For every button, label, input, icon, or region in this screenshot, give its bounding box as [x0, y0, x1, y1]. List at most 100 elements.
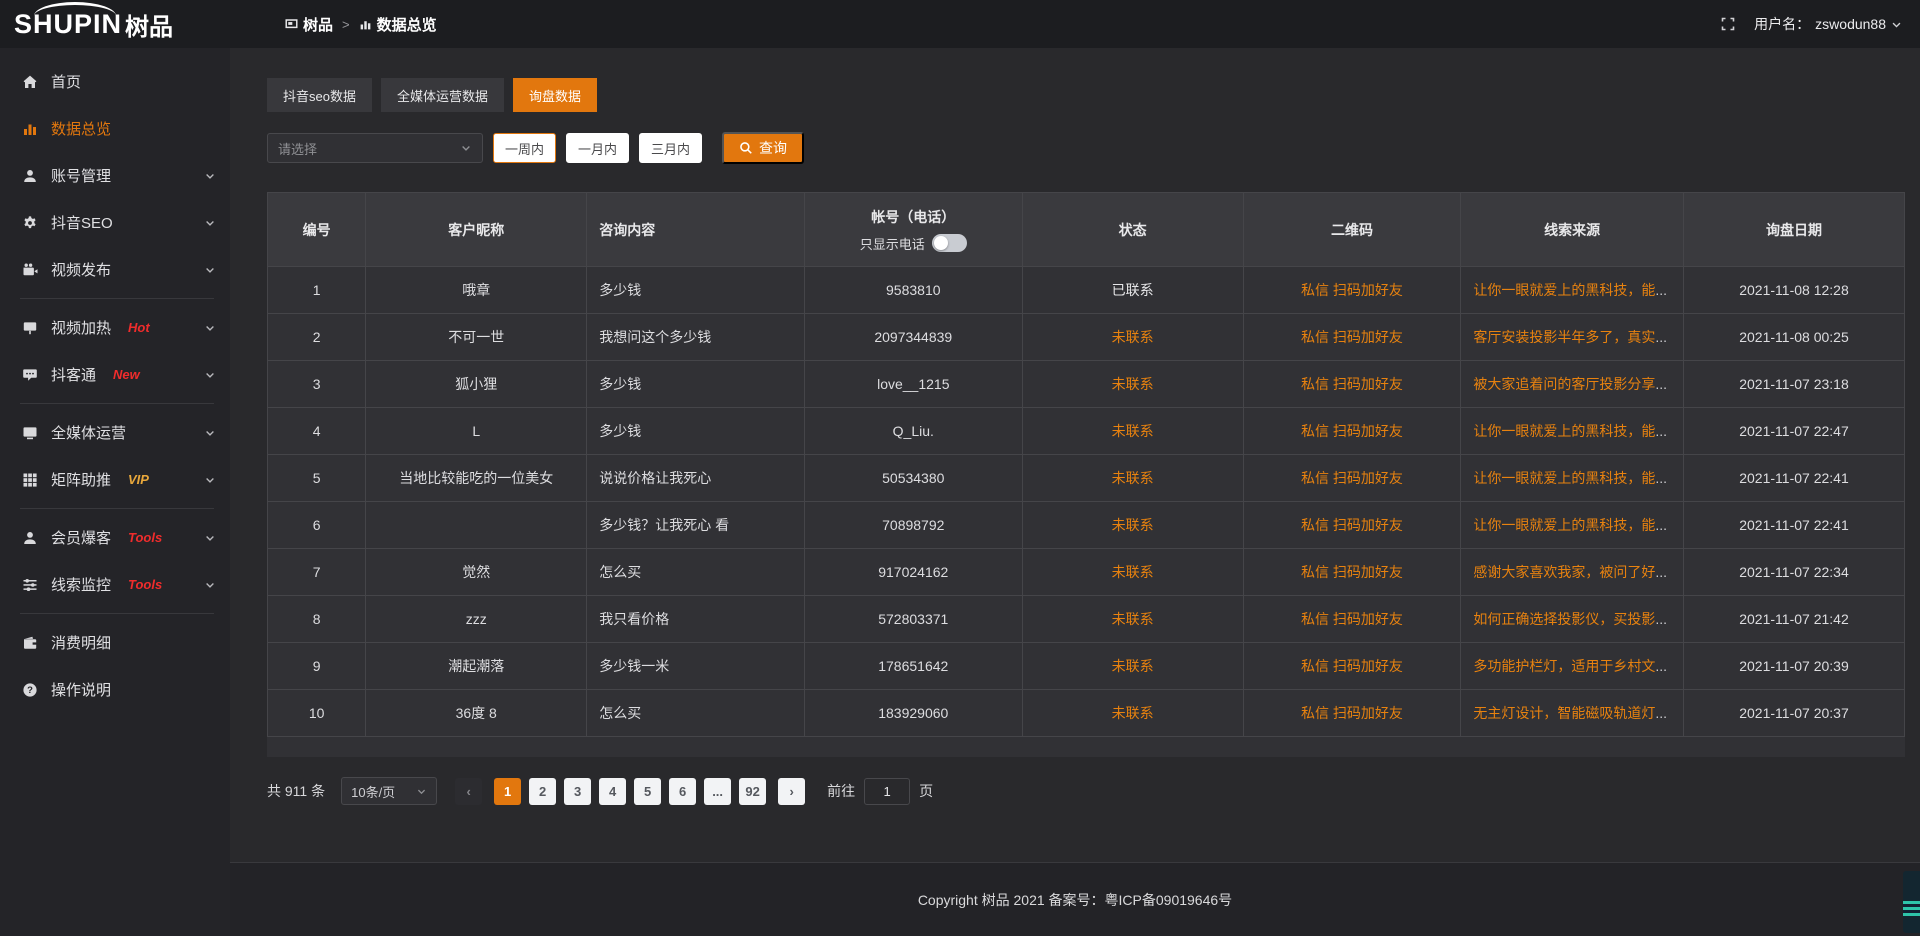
table-row: 1哦章多少钱9583810已联系私信 扫码加好友让你一眼就爱上的黑科技，能...…: [268, 267, 1905, 314]
cell-qrcode: 私信 扫码加好友: [1243, 314, 1461, 361]
table-row: 4L多少钱Q_Liu.未联系私信 扫码加好友让你一眼就爱上的黑科技，能...20…: [268, 408, 1905, 455]
page-button-6[interactable]: 6: [669, 778, 696, 805]
source-link[interactable]: 让你一眼就爱上的黑科技，能: [1473, 282, 1655, 298]
chevron-down-icon: [204, 474, 216, 486]
sidebar-item-badge: VIP: [128, 472, 149, 487]
cell-nickname: 哦章: [366, 267, 587, 314]
fullscreen-icon[interactable]: [1720, 16, 1736, 32]
qrcode-link[interactable]: 私信 扫码加好友: [1301, 376, 1403, 392]
tab-inquiry-data[interactable]: 询盘数据: [513, 78, 597, 112]
sidebar-item-member-baoke[interactable]: 会员爆客Tools: [0, 514, 230, 561]
source-link[interactable]: 让你一眼就爱上的黑科技，能: [1473, 423, 1655, 439]
cell-nickname: 觉然: [366, 549, 587, 596]
source-link[interactable]: 客厅安装投影半年多了，真实: [1473, 329, 1655, 345]
page-button-3[interactable]: 3: [564, 778, 591, 805]
qrcode-link[interactable]: 私信 扫码加好友: [1301, 329, 1403, 345]
page-button-92[interactable]: 92: [739, 778, 766, 805]
chevron-down-icon: [204, 217, 216, 229]
signboard-icon: [22, 320, 38, 336]
qrcode-link[interactable]: 私信 扫码加好友: [1301, 517, 1403, 533]
qrcode-link[interactable]: 私信 扫码加好友: [1301, 282, 1403, 298]
cell-source: 多功能护栏灯，适用于乡村文...: [1461, 643, 1684, 690]
prev-page-button[interactable]: ‹: [455, 778, 482, 805]
sidebar-item-video-heat[interactable]: 视频加热Hot: [0, 304, 230, 351]
page-button-5[interactable]: 5: [634, 778, 661, 805]
qrcode-link[interactable]: 私信 扫码加好友: [1301, 705, 1403, 721]
cell-date: 2021-11-08 00:25: [1683, 314, 1904, 361]
sidebar-item-consume-detail[interactable]: 消费明细: [0, 619, 230, 666]
cell-status: 未联系: [1022, 690, 1243, 737]
copyright-text: Copyright 树品 2021 备案号：粤ICP备09019646号: [918, 890, 1232, 910]
table-row: 5当地比较能吃的一位美女说说价格让我死心50534380未联系私信 扫码加好友让…: [268, 455, 1905, 502]
sidebar-item-video-publish[interactable]: 视频发布: [0, 246, 230, 293]
cell-date: 2021-11-07 23:18: [1683, 361, 1904, 408]
source-ellipsis: ...: [1655, 705, 1667, 721]
logo-text-cn: 树品: [125, 7, 173, 42]
breadcrumb-item-data-overview[interactable]: 数据总览: [359, 14, 437, 35]
page-button-2[interactable]: 2: [529, 778, 556, 805]
sidebar-item-label: 账号管理: [51, 165, 111, 186]
cell-qrcode: 私信 扫码加好友: [1243, 643, 1461, 690]
sidebar-item-matrix-boost[interactable]: 矩阵助推VIP: [0, 456, 230, 503]
cell-nickname: [366, 502, 587, 549]
source-link[interactable]: 多功能护栏灯，适用于乡村文: [1473, 658, 1655, 674]
sidebar-item-label: 线索监控: [51, 574, 111, 595]
sidebar-item-home[interactable]: 首页: [0, 58, 230, 105]
qrcode-link[interactable]: 私信 扫码加好友: [1301, 470, 1403, 486]
chevron-down-icon: [204, 369, 216, 381]
goto-page-input[interactable]: [864, 778, 910, 805]
source-link[interactable]: 如何正确选择投影仪，买投影: [1473, 611, 1655, 627]
page-button-1[interactable]: 1: [494, 778, 521, 805]
tab-media-operation-data[interactable]: 全媒体运营数据: [381, 78, 504, 112]
page-more-button[interactable]: ...: [704, 778, 731, 805]
sidebar-item-douketong[interactable]: 抖客通New: [0, 351, 230, 398]
sidebar-item-data-overview[interactable]: 数据总览: [0, 105, 230, 152]
page-size-select[interactable]: 10条/页: [341, 777, 437, 805]
page-button-4[interactable]: 4: [599, 778, 626, 805]
source-link[interactable]: 无主灯设计，智能磁吸轨道灯: [1473, 705, 1655, 721]
cell-account: 2097344839: [804, 314, 1022, 361]
sidebar-item-douyin-seo[interactable]: 抖音SEO: [0, 199, 230, 246]
sidebar-item-label: 消费明细: [51, 632, 111, 653]
next-page-button[interactable]: ›: [778, 778, 805, 805]
source-ellipsis: ...: [1655, 329, 1667, 345]
cell-source: 无主灯设计，智能磁吸轨道灯...: [1461, 690, 1684, 737]
sidebar-item-account-manage[interactable]: 账号管理: [0, 152, 230, 199]
sidebar-item-clue-monitor[interactable]: 线索监控 Tools: [0, 561, 230, 608]
source-link[interactable]: 让你一眼就爱上的黑科技，能: [1473, 517, 1655, 533]
qrcode-link[interactable]: 私信 扫码加好友: [1301, 611, 1403, 627]
floating-widget[interactable]: [1903, 871, 1920, 933]
chevron-down-icon: [204, 170, 216, 182]
cell-content: 我想问这个多少钱: [587, 314, 805, 361]
sidebar-item-badge: Tools: [128, 577, 162, 592]
pagination-total: 共 911 条: [267, 781, 325, 801]
period-button-one-week[interactable]: 一周内: [493, 133, 556, 163]
cell-nickname: 36度 8: [366, 690, 587, 737]
search-button[interactable]: 查询: [722, 132, 804, 164]
inquiry-table-wrap: 编号 客户昵称 咨询内容 帐号（电话） 只显示电话 状态 二维码 线索来源 询盘…: [267, 192, 1905, 757]
cell-status: 未联系: [1022, 643, 1243, 690]
period-button-one-month[interactable]: 一月内: [566, 133, 629, 163]
qrcode-link[interactable]: 私信 扫码加好友: [1301, 658, 1403, 674]
source-link[interactable]: 感谢大家喜欢我家，被问了好: [1473, 564, 1655, 580]
cell-date: 2021-11-07 22:41: [1683, 455, 1904, 502]
table-row: 2不可一世我想问这个多少钱2097344839未联系私信 扫码加好友客厅安装投影…: [268, 314, 1905, 361]
period-button-three-months[interactable]: 三月内: [639, 133, 702, 163]
qrcode-link[interactable]: 私信 扫码加好友: [1301, 423, 1403, 439]
source-ellipsis: ...: [1655, 470, 1667, 486]
sidebar-item-media-operation[interactable]: 全媒体运营: [0, 409, 230, 456]
qrcode-link[interactable]: 私信 扫码加好友: [1301, 564, 1403, 580]
person-icon: [22, 530, 38, 546]
cell-content: 多少钱？让我死心 看: [587, 502, 805, 549]
filter-select[interactable]: 请选择: [267, 133, 483, 163]
user-menu[interactable]: 用户名： zswodun88: [1754, 14, 1902, 34]
phone-only-toggle[interactable]: [932, 234, 967, 252]
cell-nickname: 潮起潮落: [366, 643, 587, 690]
sidebar-item-operation-guide[interactable]: ?操作说明: [0, 666, 230, 713]
tab-douyin-seo-data[interactable]: 抖音seo数据: [267, 78, 372, 112]
source-link[interactable]: 被大家追着问的客厅投影分享: [1473, 376, 1655, 392]
breadcrumb-item-shupin[interactable]: 树品: [285, 14, 333, 35]
main-content: 抖音seo数据全媒体运营数据询盘数据 请选择 一周内一月内三月内 查询 编号 客…: [230, 48, 1920, 936]
source-link[interactable]: 让你一眼就爱上的黑科技，能: [1473, 470, 1655, 486]
cell-account: 50534380: [804, 455, 1022, 502]
